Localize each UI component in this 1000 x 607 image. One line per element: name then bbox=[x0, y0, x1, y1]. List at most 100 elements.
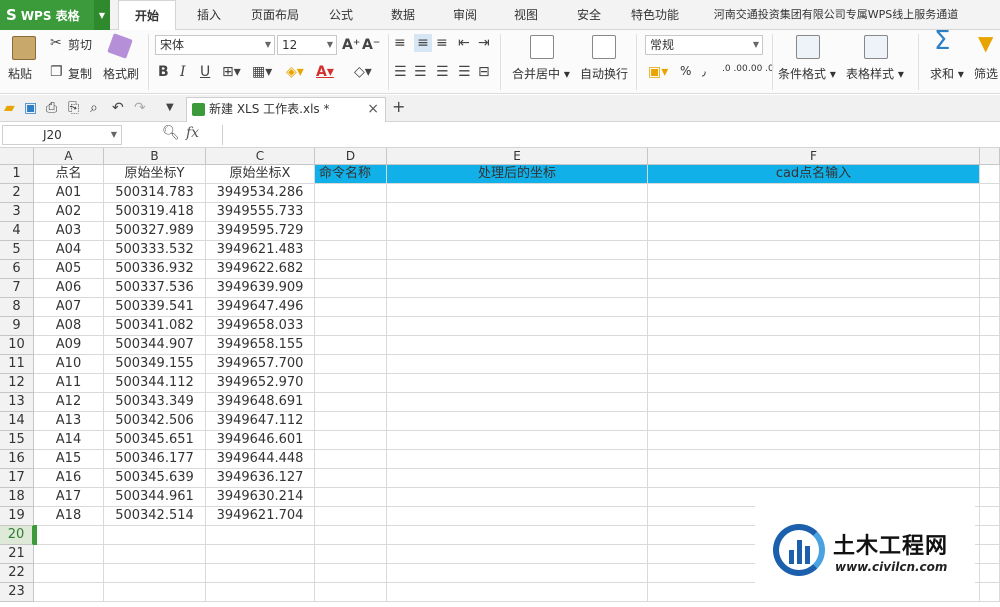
empty-cell[interactable] bbox=[104, 583, 206, 602]
copy-button[interactable]: 复制 bbox=[68, 65, 92, 82]
data-cell[interactable]: A01 bbox=[34, 184, 104, 203]
row-header[interactable]: 14 bbox=[0, 412, 34, 431]
data-cell[interactable]: 3949658.033 bbox=[206, 317, 315, 336]
tab-special-features[interactable]: 特色功能 bbox=[624, 0, 686, 30]
tab-home[interactable]: 开始 bbox=[118, 0, 176, 31]
empty-cell[interactable] bbox=[206, 545, 315, 564]
data-cell[interactable]: 500327.989 bbox=[104, 222, 206, 241]
empty-cell[interactable] bbox=[315, 450, 387, 469]
row-header[interactable]: 15 bbox=[0, 431, 34, 450]
row-header[interactable]: 12 bbox=[0, 374, 34, 393]
empty-cell[interactable] bbox=[980, 545, 1000, 564]
wrap-text-button[interactable]: 自动换行 bbox=[580, 65, 628, 82]
paste-button[interactable]: 粘贴 bbox=[8, 65, 32, 82]
empty-cell[interactable] bbox=[648, 412, 980, 431]
open-folder-icon[interactable]: ▰ bbox=[4, 99, 15, 117]
empty-cell[interactable] bbox=[387, 336, 648, 355]
empty-cell[interactable] bbox=[980, 355, 1000, 374]
empty-cell[interactable] bbox=[648, 260, 980, 279]
empty-cell[interactable] bbox=[648, 241, 980, 260]
header-cell[interactable]: 原始坐标Y bbox=[104, 165, 206, 184]
number-format-select[interactable]: 常规 ▼ bbox=[645, 35, 763, 55]
wrap-text-icon[interactable] bbox=[592, 35, 616, 59]
empty-cell[interactable] bbox=[648, 469, 980, 488]
increase-font-icon[interactable]: A⁺ bbox=[342, 36, 360, 54]
row-header[interactable]: 19 bbox=[0, 507, 34, 526]
merge-cells-icon[interactable] bbox=[530, 35, 554, 59]
select-all-corner[interactable] bbox=[0, 148, 34, 165]
empty-cell[interactable] bbox=[315, 564, 387, 583]
row-header[interactable]: 3 bbox=[0, 203, 34, 222]
tab-service-channel[interactable]: 河南交通投资集团有限公司专属WPS线上服务通道 bbox=[698, 0, 974, 30]
empty-cell[interactable] bbox=[980, 431, 1000, 450]
column-header-d[interactable]: D bbox=[315, 148, 387, 165]
tab-insert[interactable]: 插入 bbox=[186, 0, 232, 30]
empty-cell[interactable] bbox=[980, 222, 1000, 241]
clear-format-icon[interactable]: ◇▾ bbox=[354, 63, 372, 81]
empty-cell[interactable] bbox=[315, 336, 387, 355]
row-header[interactable]: 8 bbox=[0, 298, 34, 317]
empty-cell[interactable] bbox=[980, 507, 1000, 526]
empty-cell[interactable] bbox=[387, 564, 648, 583]
empty-cell[interactable] bbox=[648, 336, 980, 355]
empty-cell[interactable] bbox=[980, 393, 1000, 412]
empty-cell[interactable] bbox=[648, 355, 980, 374]
chevron-down-icon[interactable]: ▼ bbox=[166, 99, 174, 117]
empty-cell[interactable] bbox=[980, 165, 1000, 184]
data-cell[interactable]: 3949630.214 bbox=[206, 488, 315, 507]
empty-cell[interactable] bbox=[315, 545, 387, 564]
empty-cell[interactable] bbox=[387, 583, 648, 602]
empty-cell[interactable] bbox=[206, 583, 315, 602]
empty-cell[interactable] bbox=[104, 526, 206, 545]
data-cell[interactable]: 500344.961 bbox=[104, 488, 206, 507]
data-cell[interactable]: A16 bbox=[34, 469, 104, 488]
row-header[interactable]: 18 bbox=[0, 488, 34, 507]
formula-input[interactable] bbox=[222, 125, 998, 145]
data-cell[interactable]: 500343.349 bbox=[104, 393, 206, 412]
data-cell[interactable]: 500337.536 bbox=[104, 279, 206, 298]
data-cell[interactable]: 500349.155 bbox=[104, 355, 206, 374]
copy-icon[interactable]: ❐ bbox=[50, 63, 63, 81]
empty-cell[interactable] bbox=[980, 412, 1000, 431]
empty-cell[interactable] bbox=[648, 488, 980, 507]
empty-cell[interactable] bbox=[387, 469, 648, 488]
table-style-icon[interactable] bbox=[864, 35, 888, 59]
row-header[interactable]: 4 bbox=[0, 222, 34, 241]
tab-page-layout[interactable]: 页面布局 bbox=[244, 0, 306, 30]
empty-cell[interactable] bbox=[315, 431, 387, 450]
data-cell[interactable]: A03 bbox=[34, 222, 104, 241]
empty-cell[interactable] bbox=[387, 260, 648, 279]
save-icon[interactable]: ▣ bbox=[24, 99, 37, 117]
filter-button[interactable]: 筛选 bbox=[974, 65, 998, 82]
font-size-select[interactable]: 12 ▼ bbox=[277, 35, 337, 55]
empty-cell[interactable] bbox=[34, 583, 104, 602]
header-cell[interactable]: cad点名输入 bbox=[648, 165, 980, 184]
empty-cell[interactable] bbox=[648, 222, 980, 241]
data-cell[interactable]: 3949555.733 bbox=[206, 203, 315, 222]
app-menu-button[interactable]: S WPS 表格 ▼ bbox=[0, 0, 110, 30]
fill-color-icon[interactable]: ◈▾ bbox=[286, 63, 304, 81]
row-header[interactable]: 13 bbox=[0, 393, 34, 412]
data-cell[interactable]: A08 bbox=[34, 317, 104, 336]
merge-center-button[interactable]: 合并居中 ▾ bbox=[512, 65, 570, 82]
empty-cell[interactable] bbox=[387, 317, 648, 336]
empty-cell[interactable] bbox=[387, 412, 648, 431]
data-cell[interactable]: 500333.532 bbox=[104, 241, 206, 260]
data-cell[interactable]: 3949658.155 bbox=[206, 336, 315, 355]
empty-cell[interactable] bbox=[648, 374, 980, 393]
data-cell[interactable]: 500314.783 bbox=[104, 184, 206, 203]
data-cell[interactable]: A17 bbox=[34, 488, 104, 507]
column-header-c[interactable]: C bbox=[206, 148, 315, 165]
data-cell[interactable]: 3949534.286 bbox=[206, 184, 315, 203]
empty-cell[interactable] bbox=[206, 526, 315, 545]
data-cell[interactable]: 500336.932 bbox=[104, 260, 206, 279]
increase-indent-icon[interactable]: ⇥ bbox=[478, 34, 490, 52]
data-cell[interactable]: 500342.506 bbox=[104, 412, 206, 431]
empty-cell[interactable] bbox=[315, 241, 387, 260]
data-cell[interactable]: 3949622.682 bbox=[206, 260, 315, 279]
empty-cell[interactable] bbox=[315, 583, 387, 602]
data-cell[interactable]: A05 bbox=[34, 260, 104, 279]
data-cell[interactable]: A14 bbox=[34, 431, 104, 450]
data-cell[interactable]: A13 bbox=[34, 412, 104, 431]
empty-cell[interactable] bbox=[315, 374, 387, 393]
